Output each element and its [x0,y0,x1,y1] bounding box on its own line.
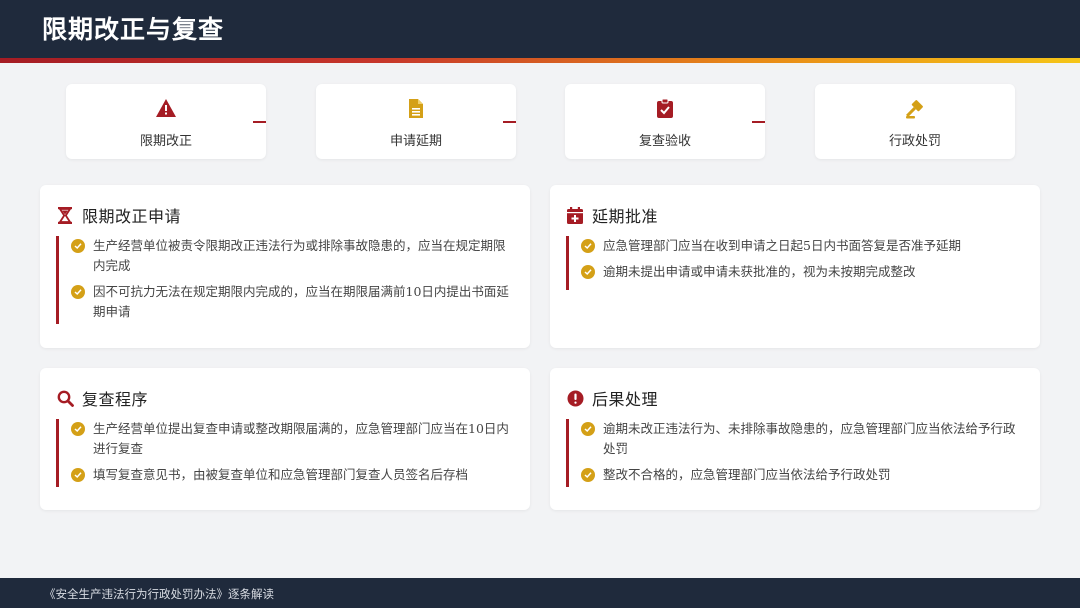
check-circle-icon [71,239,85,253]
clipboard-check-icon [565,97,765,119]
step-label: 行政处罚 [888,134,941,149]
card-rectification-application: 限期改正申请 生产经营单位被责令限期改正违法行为或排除事故隐患的，应当在规定期限… [40,185,530,348]
step-connector [752,121,765,123]
step-label: 限期改正 [139,134,192,149]
page-title: 限期改正与复查 [42,15,225,44]
step-card-3: 复查验收 [565,84,765,159]
step-connector [253,121,266,123]
footer-text: 《安全生产违法行为行政处罚办法》逐条解读 [44,587,274,601]
step-label: 申请延期 [389,134,442,149]
list-item-text: 生产经营单位提出复查申请或整改期限届满的，应急管理部门应当在10日内进行复查 [93,421,509,456]
check-circle-icon [71,285,85,299]
slide: 限期改正与复查 限期改正 申请延期 复查验收 行政处罚 限期改正申请 生产经营单… [0,0,1080,608]
list-item: 填写复查意见书，由被复查单位和应急管理部门复查人员签名后存档 [71,465,514,485]
card-title: 限期改正申请 [82,207,182,226]
check-circle-icon [581,468,595,482]
card-list: 逾期未改正违法行为、未排除事故隐患的，应急管理部门应当依法给予行政处罚 整改不合… [566,419,1024,487]
list-item-text: 整改不合格的，应急管理部门应当依法给予行政处罚 [603,467,891,482]
hourglass-icon [56,206,74,224]
list-item: 应急管理部门应当在收到申请之日起5日内书面答复是否准予延期 [581,236,1024,256]
document-icon [316,97,516,119]
list-item: 逾期未改正违法行为、未排除事故隐患的，应急管理部门应当依法给予行政处罚 [581,419,1024,459]
list-item: 因不可抗力无法在规定期限内完成的，应当在期限届满前10日内提出书面延期申请 [71,282,514,322]
list-item-text: 逾期未改正违法行为、未排除事故隐患的，应急管理部门应当依法给予行政处罚 [603,421,1016,456]
step-connector [503,121,516,123]
list-item-text: 逾期未提出申请或申请未获批准的，视为未按期完成整改 [603,264,916,279]
card-title: 复查程序 [82,390,149,409]
card-review-procedure: 复查程序 生产经营单位提出复查申请或整改期限届满的，应急管理部门应当在10日内进… [40,368,530,510]
footer-bar: 《安全生产违法行为行政处罚办法》逐条解读 [0,578,1080,608]
search-icon [56,389,74,407]
card-title: 延期批准 [592,207,659,226]
step-card-1: 限期改正 [66,84,266,159]
list-item-text: 因不可抗力无法在规定期限内完成的，应当在期限届满前10日内提出书面延期申请 [93,284,509,319]
step-card-2: 申请延期 [316,84,516,159]
step-card-4: 行政处罚 [815,84,1015,159]
card-extension-approval: 延期批准 应急管理部门应当在收到申请之日起5日内书面答复是否准予延期 逾期未提出… [550,185,1040,348]
card-consequences: 后果处理 逾期未改正违法行为、未排除事故隐患的，应急管理部门应当依法给予行政处罚… [550,368,1040,510]
list-item-text: 填写复查意见书，由被复查单位和应急管理部门复查人员签名后存档 [93,467,469,482]
warning-triangle-icon [66,97,266,119]
header-bar: 限期改正与复查 [0,0,1080,58]
list-item: 逾期未提出申请或申请未获批准的，视为未按期完成整改 [581,262,1024,282]
list-item-text: 应急管理部门应当在收到申请之日起5日内书面答复是否准予延期 [603,238,961,253]
calendar-plus-icon [566,206,584,224]
list-item: 整改不合格的，应急管理部门应当依法给予行政处罚 [581,465,1024,485]
gavel-icon [815,97,1015,119]
list-item-text: 生产经营单位被责令限期改正违法行为或排除事故隐患的，应当在规定期限内完成 [93,238,506,273]
card-title: 后果处理 [592,390,659,409]
card-list: 应急管理部门应当在收到申请之日起5日内书面答复是否准予延期 逾期未提出申请或申请… [566,236,1024,290]
check-circle-icon [581,422,595,436]
card-list: 生产经营单位提出复查申请或整改期限届满的，应急管理部门应当在10日内进行复查 填… [56,419,514,487]
list-item: 生产经营单位提出复查申请或整改期限届满的，应急管理部门应当在10日内进行复查 [71,419,514,459]
check-circle-icon [581,239,595,253]
card-list: 生产经营单位被责令限期改正违法行为或排除事故隐患的，应当在规定期限内完成 因不可… [56,236,514,324]
exclamation-circle-icon [566,389,584,407]
check-circle-icon [581,265,595,279]
check-circle-icon [71,468,85,482]
list-item: 生产经营单位被责令限期改正违法行为或排除事故隐患的，应当在规定期限内完成 [71,236,514,276]
gradient-divider [0,58,1080,63]
step-label: 复查验收 [638,134,691,149]
check-circle-icon [71,422,85,436]
